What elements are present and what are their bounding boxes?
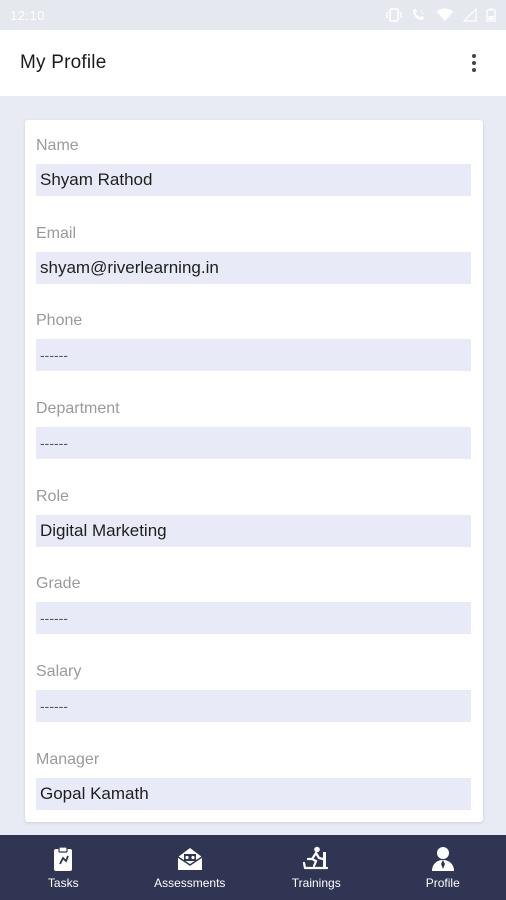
name-field: Name Shyam Rathod [36, 135, 471, 196]
signal-icon [463, 8, 477, 22]
treadmill-icon [303, 846, 329, 869]
person-icon [431, 846, 454, 871]
email-field: Email shyam@riverlearning.in [36, 223, 471, 284]
salary-field: Salary ------ [36, 661, 471, 722]
svg-text:L: L [421, 10, 425, 16]
vibrate-icon [386, 8, 402, 22]
status-bar: 12:10 L [0, 0, 506, 30]
nav-label: Profile [425, 875, 460, 890]
field-label: Grade [36, 575, 81, 592]
status-time: 12:10 [10, 7, 46, 23]
field-label: Name [36, 137, 79, 154]
role-field: Role Digital Marketing [36, 486, 471, 547]
app-bar: My Profile [0, 30, 506, 96]
field-label: Phone [36, 312, 83, 329]
nav-label: Tasks [47, 875, 79, 890]
manager-value[interactable]: Gopal Kamath [36, 778, 471, 810]
clipboard-icon [54, 845, 73, 871]
call-icon: L [413, 8, 425, 20]
page-title: My Profile [20, 52, 107, 73]
status-icons: L [386, 8, 496, 22]
name-value[interactable]: Shyam Rathod [36, 164, 471, 196]
nav-tasks[interactable]: Tasks [0, 835, 127, 900]
manager-field: Manager Gopal Kamath [36, 749, 471, 810]
department-value[interactable]: ------ [36, 427, 471, 459]
role-value[interactable]: Digital Marketing [36, 515, 471, 547]
battery-icon [486, 8, 496, 22]
assessment-icon [177, 847, 203, 870]
field-label: Email [36, 225, 77, 242]
grade-field: Grade ------ [36, 573, 471, 634]
more-vert-icon[interactable] [462, 48, 486, 78]
phone-value[interactable]: ------ [36, 339, 471, 371]
profile-card: Name Shyam Rathod Email shyam@riverlearn… [25, 120, 483, 822]
bottom-nav: Tasks Assessments Trainings Profile [0, 835, 506, 900]
phone-field: Phone ------ [36, 310, 471, 371]
nav-label: Trainings [291, 875, 341, 890]
wifi-icon [436, 8, 454, 21]
nav-label: Assessments [154, 875, 226, 890]
nav-assessments[interactable]: Assessments [127, 835, 254, 900]
nav-trainings[interactable]: Trainings [253, 835, 380, 900]
salary-value[interactable]: ------ [36, 690, 471, 722]
email-value[interactable]: shyam@riverlearning.in [36, 252, 471, 284]
grade-value[interactable]: ------ [36, 602, 471, 634]
field-label: Role [36, 488, 69, 505]
nav-profile[interactable]: Profile [380, 835, 506, 900]
field-label: Department [36, 400, 120, 417]
field-label: Salary [36, 663, 82, 680]
field-label: Manager [36, 751, 100, 768]
department-field: Department ------ [36, 398, 471, 459]
